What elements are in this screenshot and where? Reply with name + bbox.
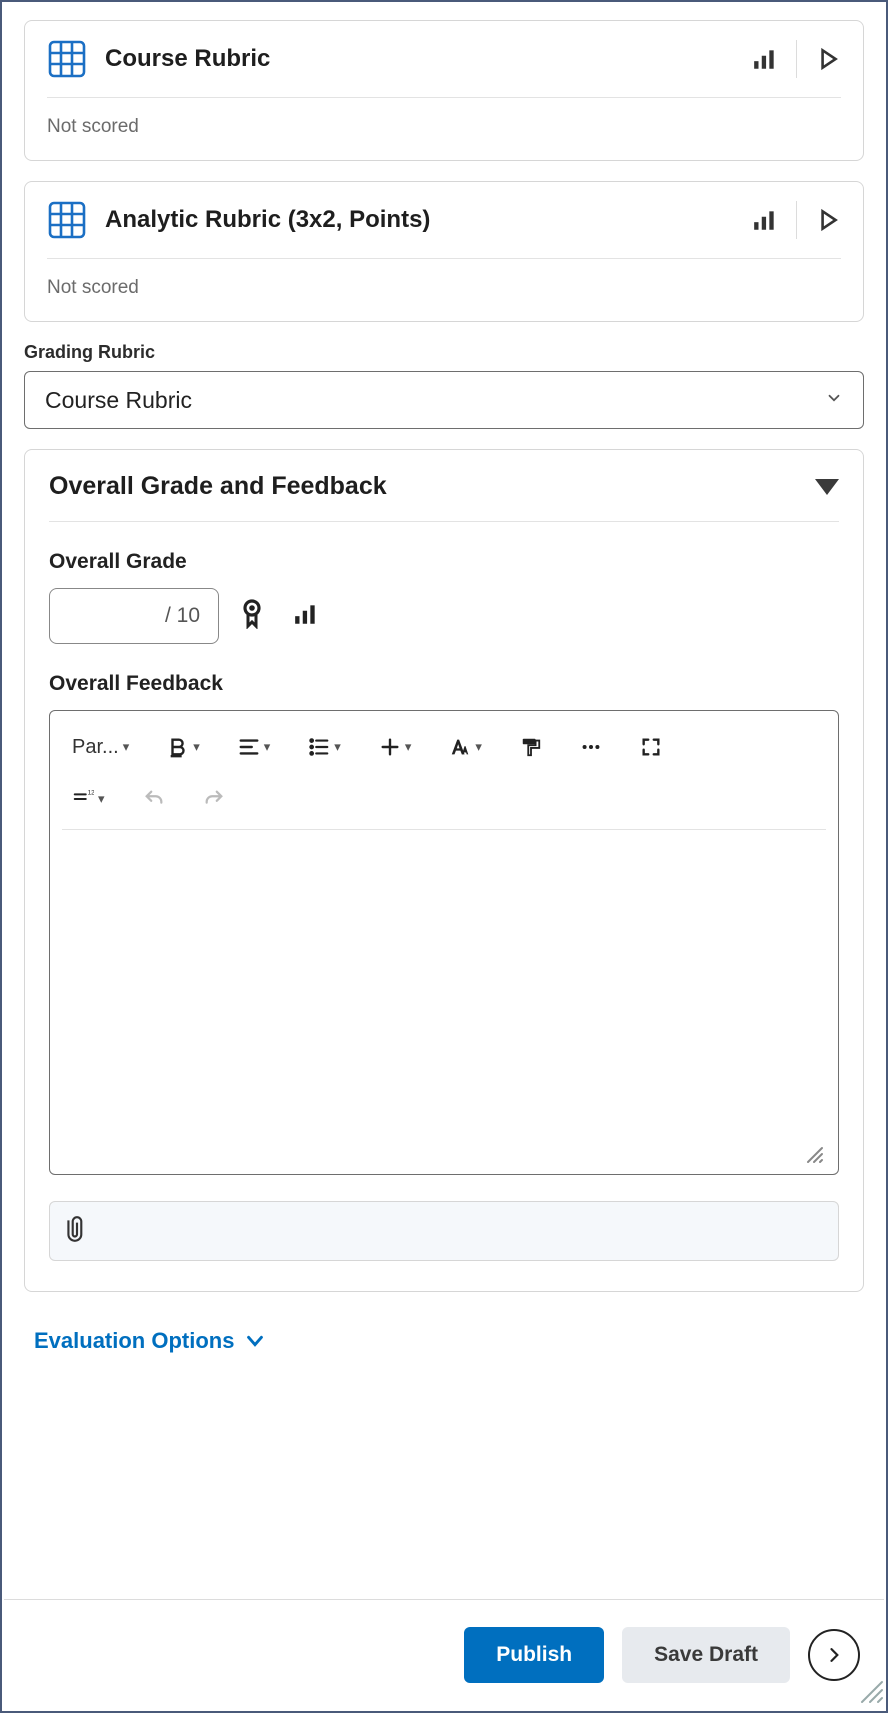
font-button[interactable]: ▾ bbox=[443, 727, 488, 767]
feedback-editor: Par...▾ ▾ ▾ ▾ bbox=[49, 710, 839, 1175]
fullscreen-button[interactable] bbox=[634, 727, 668, 767]
equation-button[interactable]: 123 ▾ bbox=[66, 779, 111, 819]
ribbon-icon[interactable] bbox=[241, 599, 263, 634]
grading-rubric-selected: Course Rubric bbox=[45, 387, 825, 414]
overall-title: Overall Grade and Feedback bbox=[49, 472, 815, 501]
align-button[interactable]: ▾ bbox=[232, 727, 277, 767]
rubric-title: Course Rubric bbox=[105, 45, 734, 73]
publish-button[interactable]: Publish bbox=[464, 1627, 604, 1683]
save-draft-button[interactable]: Save Draft bbox=[622, 1627, 790, 1683]
expand-right-icon[interactable] bbox=[815, 46, 841, 72]
evaluation-options-toggle[interactable]: Evaluation Options bbox=[30, 1322, 270, 1360]
chevron-down-icon bbox=[825, 389, 843, 412]
rubric-status: Not scored bbox=[47, 98, 841, 138]
editor-toolbar: Par...▾ ▾ ▾ ▾ bbox=[62, 721, 826, 830]
rubric-grid-icon bbox=[47, 200, 87, 240]
format-painter-button[interactable] bbox=[514, 727, 548, 767]
list-button[interactable]: ▾ bbox=[302, 727, 347, 767]
collapse-caret-icon[interactable] bbox=[815, 479, 839, 495]
bold-button[interactable]: ▾ bbox=[161, 727, 206, 767]
divider bbox=[796, 40, 797, 78]
overall-feedback-label: Overall Feedback bbox=[49, 672, 839, 696]
divider bbox=[796, 201, 797, 239]
grading-rubric-label: Grading Rubric bbox=[24, 342, 864, 363]
editor-resize-handle[interactable] bbox=[804, 1140, 826, 1174]
overall-grade-input-wrap: / 10 bbox=[49, 588, 219, 644]
grading-rubric-select[interactable]: Course Rubric bbox=[24, 371, 864, 429]
undo-button[interactable] bbox=[137, 779, 171, 819]
stats-icon[interactable] bbox=[291, 601, 321, 632]
svg-text:123: 123 bbox=[88, 789, 94, 796]
overall-grade-denominator: / 10 bbox=[165, 604, 200, 628]
rubric-title: Analytic Rubric (3x2, Points) bbox=[105, 206, 734, 234]
overall-card: Overall Grade and Feedback Overall Grade… bbox=[24, 449, 864, 1292]
overall-grade-label: Overall Grade bbox=[49, 550, 839, 574]
paperclip-icon bbox=[64, 1214, 90, 1249]
attachment-bar[interactable] bbox=[49, 1201, 839, 1261]
stats-icon[interactable] bbox=[752, 207, 778, 233]
rubric-grid-icon bbox=[47, 39, 87, 79]
insert-button[interactable]: ▾ bbox=[373, 727, 418, 767]
format-picker[interactable]: Par...▾ bbox=[66, 727, 135, 767]
redo-button[interactable] bbox=[197, 779, 231, 819]
next-button[interactable] bbox=[808, 1629, 860, 1681]
feedback-textarea[interactable] bbox=[62, 830, 826, 1140]
footer-bar: Publish Save Draft bbox=[4, 1599, 884, 1709]
rubric-status: Not scored bbox=[47, 259, 841, 299]
rubric-card-course: Course Rubric Not scored bbox=[24, 20, 864, 161]
stats-icon[interactable] bbox=[752, 46, 778, 72]
more-button[interactable] bbox=[574, 727, 608, 767]
overall-grade-input[interactable] bbox=[91, 604, 161, 628]
expand-right-icon[interactable] bbox=[815, 207, 841, 233]
rubric-card-analytic: Analytic Rubric (3x2, Points) Not scored bbox=[24, 181, 864, 322]
